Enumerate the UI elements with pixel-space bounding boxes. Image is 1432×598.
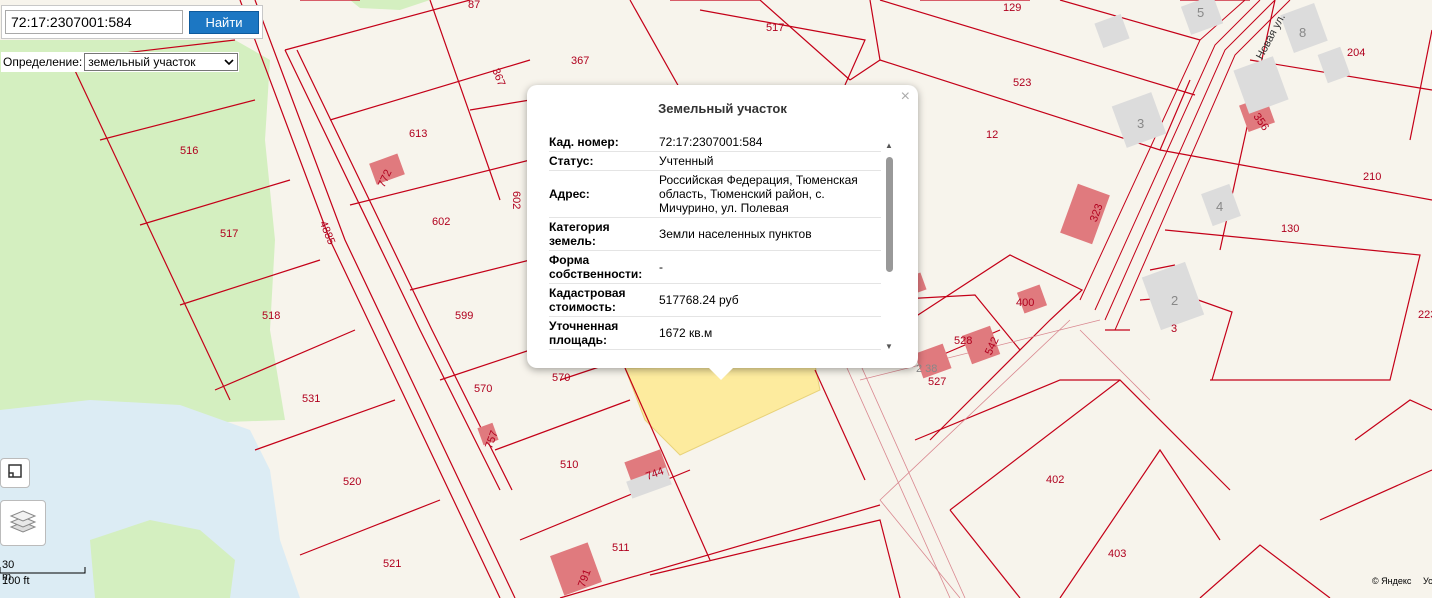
info-value: 72:17:2307001:584 xyxy=(659,133,881,152)
label-528: 528 xyxy=(954,335,972,347)
popup-scrollbar[interactable]: ▲ ▼ xyxy=(885,141,894,351)
definition-selected-value: земельный участок xyxy=(88,55,196,69)
cadastral-search-input[interactable] xyxy=(5,10,183,34)
label-523: 523 xyxy=(1013,77,1031,89)
attribution: © Яндекс xyxy=(1372,576,1412,586)
label-403: 403 xyxy=(1108,548,1126,560)
close-icon[interactable]: × xyxy=(901,88,910,106)
info-key: Статус: xyxy=(549,151,659,171)
label-238: 2 38 xyxy=(916,363,937,375)
label-367: 367 xyxy=(571,55,589,67)
label-602: 602 xyxy=(432,216,450,228)
info-row: Форма собственности: - xyxy=(549,250,881,284)
info-value: 517768.24 руб xyxy=(659,283,881,317)
info-value: Российская Федерация, Тюменская область,… xyxy=(659,170,881,218)
label-531: 531 xyxy=(302,393,320,405)
label-613: 613 xyxy=(409,128,427,140)
label-518: 518 xyxy=(262,310,280,322)
label-129: 129 xyxy=(1003,2,1021,14)
label-12: 12 xyxy=(986,129,998,141)
label-210: 210 xyxy=(1363,171,1381,183)
label-570b: 570 xyxy=(474,383,492,395)
label-516: 516 xyxy=(180,145,198,157)
label-527: 527 xyxy=(928,376,946,388)
label-130: 130 xyxy=(1281,223,1299,235)
label-570a: 570 xyxy=(552,372,570,384)
forest-area xyxy=(0,40,285,430)
popup-pointer xyxy=(708,367,734,380)
info-row: Кад. номер: 72:17:2307001:584 xyxy=(549,133,881,152)
layers-button[interactable] xyxy=(0,500,46,546)
info-value: Учтенный xyxy=(659,151,881,171)
label-517b: 517 xyxy=(220,228,238,240)
scale-imperial: 100 ft xyxy=(2,575,30,587)
info-row: Адрес: Российская Федерация, Тюменская об… xyxy=(549,170,881,218)
definition-row: Определение: земельный участок xyxy=(1,52,240,72)
info-row: Кадастровая стоимость: 517768.24 руб xyxy=(549,283,881,317)
info-value: - xyxy=(659,250,881,284)
scroll-up-icon[interactable]: ▲ xyxy=(885,141,893,150)
label-8: 8 xyxy=(1299,25,1306,40)
ruler-button[interactable] xyxy=(0,458,30,488)
info-key: Адрес: xyxy=(549,170,659,218)
terms-link[interactable]: Ус xyxy=(1423,576,1432,586)
info-row: Уточненная площадь: 1672 кв.м xyxy=(549,316,881,350)
search-panel: Найти xyxy=(1,5,263,39)
chevron-down-icon xyxy=(224,55,234,69)
label-510: 510 xyxy=(560,459,578,471)
info-key: Форма собственности: xyxy=(549,250,659,284)
label-520: 520 xyxy=(343,476,361,488)
layers-icon xyxy=(9,508,37,539)
info-row: Категория земель: Земли населенных пункто… xyxy=(549,217,881,251)
info-key: Уточненная площадь: xyxy=(549,316,659,350)
scroll-down-icon[interactable]: ▼ xyxy=(885,342,893,351)
parcel-info-table: Кад. номер: 72:17:2307001:584 Статус: Учтен… xyxy=(549,133,881,350)
label-223: 223 xyxy=(1418,309,1432,321)
label-521: 521 xyxy=(383,558,401,570)
scrollbar-thumb[interactable] xyxy=(886,157,893,272)
definition-select[interactable]: земельный участок xyxy=(84,53,239,71)
info-key: Категория земель: xyxy=(549,217,659,251)
info-key: Кад. номер: xyxy=(549,133,659,152)
label-517: 517 xyxy=(766,22,784,34)
definition-label: Определение: xyxy=(3,55,83,69)
label-511: 511 xyxy=(612,542,630,554)
label-204: 204 xyxy=(1347,47,1365,59)
label-599: 599 xyxy=(455,310,473,322)
info-key: Кадастровая стоимость: xyxy=(549,283,659,317)
search-button[interactable]: Найти xyxy=(189,11,259,34)
parcel-info-popup: Земельный участок × Кад. номер: 72:17:230… xyxy=(527,85,918,368)
info-value: Земли населенных пунктов xyxy=(659,217,881,251)
label-5: 5 xyxy=(1197,5,1204,20)
label-602b: 602 xyxy=(510,191,522,209)
label-4: 4 xyxy=(1216,199,1223,214)
info-row: Статус: Учтенный xyxy=(549,151,881,171)
popup-title: Земельный участок xyxy=(658,101,787,116)
label-87: 87 xyxy=(468,0,480,11)
info-value: 1672 кв.м xyxy=(659,316,881,350)
ruler-icon xyxy=(7,463,23,484)
label-402: 402 xyxy=(1046,474,1064,486)
label-3b: 3 xyxy=(1171,323,1177,335)
label-400: 400 xyxy=(1016,297,1034,309)
label-3: 3 xyxy=(1137,116,1144,131)
label-2: 2 xyxy=(1171,293,1178,308)
